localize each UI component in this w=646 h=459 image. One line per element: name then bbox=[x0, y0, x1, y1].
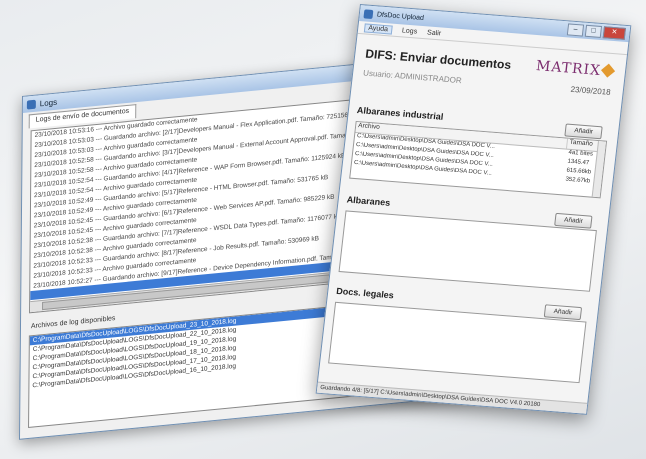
window-controls: – □ ✕ bbox=[566, 23, 626, 40]
minimize-button[interactable]: – bbox=[566, 23, 585, 37]
menu-logs[interactable]: Logs bbox=[402, 27, 418, 35]
log-window-title: Logs bbox=[39, 97, 58, 108]
app-icon bbox=[26, 99, 36, 110]
matrix-logo: MATRIX bbox=[535, 58, 616, 80]
close-button[interactable]: ✕ bbox=[602, 26, 626, 40]
logo-text: MATRIX bbox=[535, 58, 602, 80]
logo-diamond-icon bbox=[600, 63, 616, 78]
upload-window: DfsDoc Upload – □ ✕ Ayuda Logs Salir DIF… bbox=[315, 4, 632, 415]
date-label: 23/09/2018 bbox=[570, 84, 612, 97]
group-docs-legales: Docs. legales Añadir bbox=[328, 286, 588, 384]
page-title: DIFS: Enviar documentos bbox=[364, 46, 512, 72]
upload-window-title: DfsDoc Upload bbox=[376, 10, 425, 22]
app-icon bbox=[363, 8, 374, 19]
maximize-button[interactable]: □ bbox=[584, 24, 603, 38]
menu-salir[interactable]: Salir bbox=[427, 29, 442, 37]
menu-ayuda[interactable]: Ayuda bbox=[363, 22, 393, 35]
group-albaranes-industrial: Albaranes industrial Añadir Archivo Tama… bbox=[349, 105, 609, 199]
group-albaranes: Albaranes Añadir bbox=[338, 194, 599, 292]
